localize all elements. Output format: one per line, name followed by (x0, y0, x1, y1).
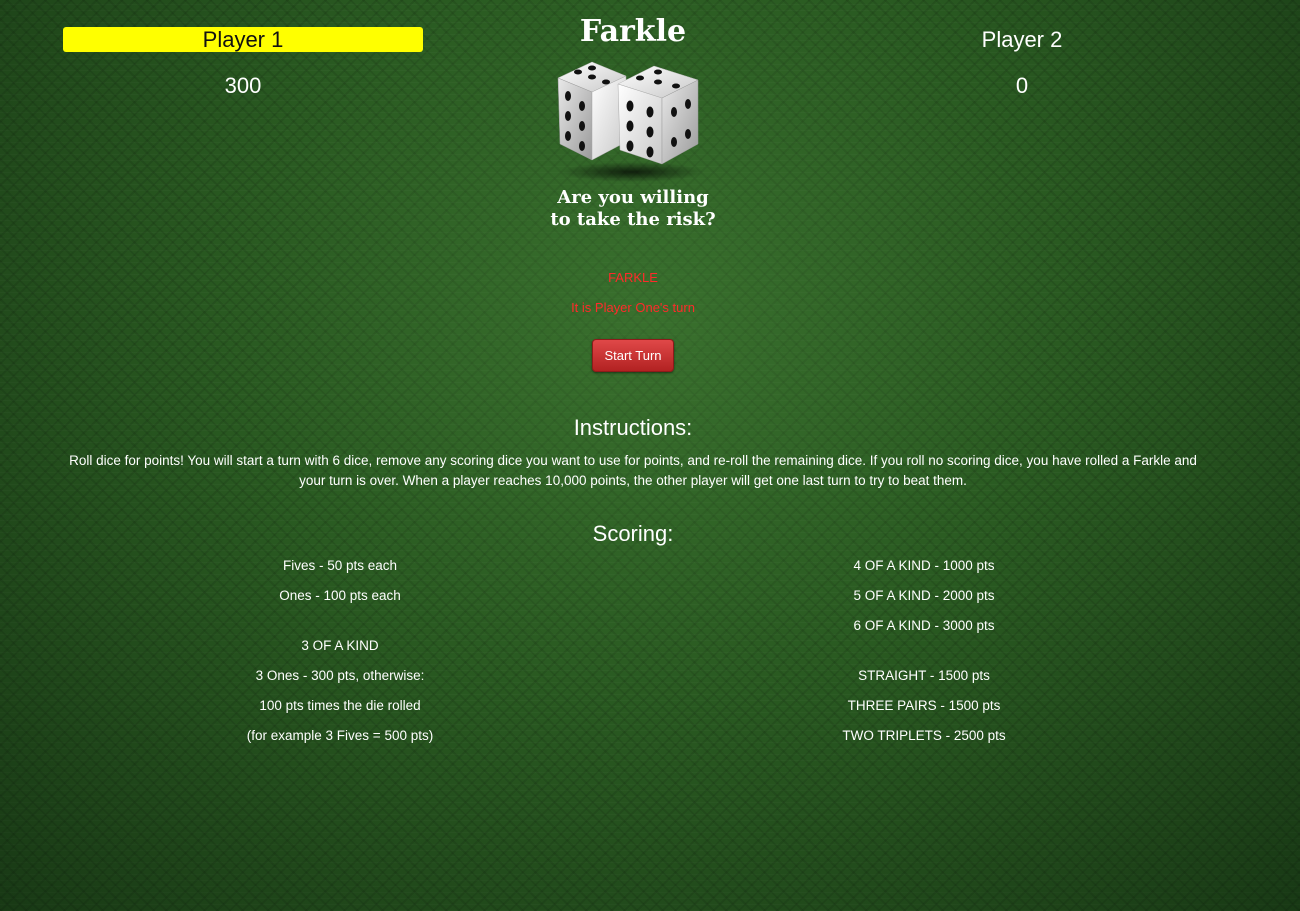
scoring-heading: Scoring: (592, 521, 674, 546)
scoring-right-item: 4 OF A KIND - 1000 pts (853, 558, 995, 573)
tagline-line2: to take the risk? (550, 209, 716, 230)
scoring-right-item: THREE PAIRS - 1500 pts (847, 698, 1001, 713)
scoring-right-item: STRAIGHT - 1500 pts (858, 668, 990, 683)
farkle-status: FARKLE (608, 270, 658, 285)
tagline: Are you willing to take the risk? (483, 187, 783, 231)
player1-name: Player 1 (202, 27, 284, 52)
player2-score: 0 (1015, 73, 1029, 98)
player2-name: Player 2 (981, 27, 1063, 52)
start-turn-button[interactable]: Start Turn (592, 339, 674, 372)
tagline-line1: Are you willing (557, 187, 709, 208)
scoring-left-item: Fives - 50 pts each (282, 558, 398, 573)
scoring-left-item: 3 OF A KIND (301, 638, 379, 653)
instructions-heading: Instructions: (573, 415, 693, 440)
scoring-left-item: 100 pts times the die rolled (259, 698, 421, 713)
scoring-right-item: 6 OF A KIND - 3000 pts (853, 618, 995, 633)
dice-icon (557, 61, 704, 182)
scoring-left-item: Ones - 100 pts each (279, 588, 401, 603)
scoring-left-item: (for example 3 Fives = 500 pts) (246, 728, 434, 743)
player1-score: 300 (224, 73, 262, 98)
scoring-left-item: 3 Ones - 300 pts, otherwise: (255, 668, 425, 683)
game-title: Farkle (579, 14, 687, 49)
scoring-right-item: TWO TRIPLETS - 2500 pts (842, 728, 1006, 743)
turn-status: It is Player One's turn (571, 300, 695, 315)
farkle-page: { "header": { "title": "Farkle", "taglin… (0, 0, 1300, 911)
instructions-text: Roll dice for points! You will start a t… (69, 453, 1197, 488)
scoring-right-item: 5 OF A KIND - 2000 pts (853, 588, 995, 603)
